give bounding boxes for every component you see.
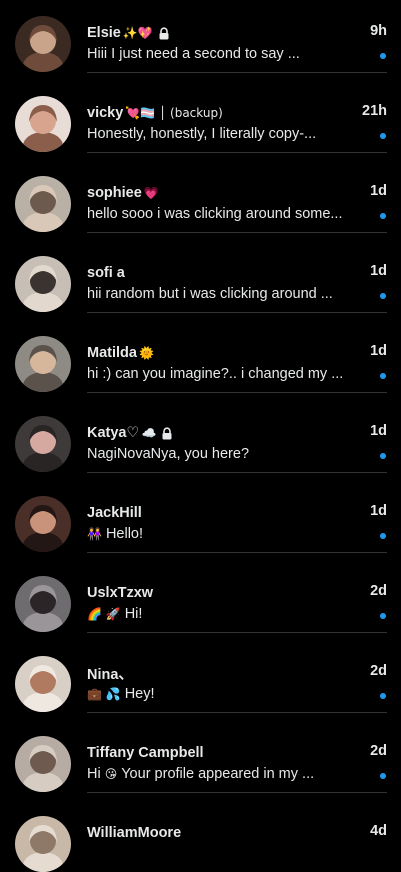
- unread-dot: [380, 373, 386, 379]
- display-name: sofi a: [87, 265, 125, 281]
- display-name: Nina、: [87, 666, 133, 683]
- name-line: sophiee 💗: [87, 183, 159, 203]
- avatar[interactable]: [15, 96, 71, 152]
- name-line: vicky 💘🏳️‍⚧️ │ (backup): [87, 103, 223, 123]
- preview-text: Hi!: [124, 606, 143, 622]
- unread-dot: [380, 533, 386, 539]
- conversation-row[interactable]: JackHill 1d 👭 Hello!: [0, 472, 401, 553]
- timestamp: 1d: [370, 263, 387, 279]
- conversation-row[interactable]: vicky 💘🏳️‍⚧️ │ (backup) 21h Honestly, hones…: [0, 72, 401, 153]
- avatar[interactable]: [15, 16, 71, 72]
- conversation-row[interactable]: sophiee 💗 1d hello sooo i was clicking arou…: [0, 152, 401, 233]
- avatar[interactable]: [15, 576, 71, 632]
- conversation-row[interactable]: Matilda 🌞 1d hi :) can you imagine?.. i cha…: [0, 312, 401, 393]
- avatar[interactable]: [15, 656, 71, 712]
- name-line: Katya♡ ☁️: [87, 423, 173, 443]
- unread-dot: [380, 213, 386, 219]
- conversation-row[interactable]: Nina、 2d 💼 💦 Hey!: [0, 632, 401, 713]
- name-badge: ☁️: [141, 426, 157, 440]
- preview-text: hello sooo i was clicking around some...: [87, 206, 343, 222]
- name-badge: 🌞: [138, 346, 154, 360]
- preview-text: Hey!: [124, 686, 155, 702]
- message-preview: Hiii I just need a second to say ...: [87, 46, 357, 62]
- unread-dot: [380, 133, 386, 139]
- name-line: sofi a: [87, 263, 125, 283]
- preview-text: hii random but i was clicking around ...: [87, 286, 333, 302]
- conversation-row[interactable]: Elsie ✨💖 9h Hiii I just need a second to sa…: [0, 0, 401, 73]
- message-preview: 🌈 🚀 Hi!: [87, 606, 357, 622]
- preview-text: Hello!: [105, 526, 144, 542]
- message-preview: hi :) can you imagine?.. i changed my ..…: [87, 366, 357, 382]
- display-name: UslxTzxw: [87, 585, 154, 601]
- name-line: Tiffany Campbell: [87, 743, 204, 763]
- name-line: UslxTzxw: [87, 583, 153, 603]
- preview-text: Honestly, honestly, I literally copy-...: [87, 126, 317, 142]
- message-preview: hii random but i was clicking around ...: [87, 286, 357, 302]
- timestamp: 1d: [370, 343, 387, 359]
- name-line: Elsie ✨💖: [87, 23, 170, 43]
- avatar[interactable]: [15, 816, 71, 872]
- name-line: WilliamMoore: [87, 823, 181, 843]
- preview-emoji: 👭: [87, 527, 102, 541]
- unread-dot: [380, 773, 386, 779]
- conversation-row[interactable]: sofi a 1d hii random but i was clicking ar…: [0, 232, 401, 313]
- preview-text: hi :) can you imagine?.. i changed my ..…: [87, 366, 344, 382]
- avatar[interactable]: [15, 496, 71, 552]
- lock-icon: [161, 426, 173, 440]
- preview-text: Your profile appeared in my ...: [121, 766, 315, 782]
- unread-dot: [380, 293, 386, 299]
- preview-text: NagiNovaNya, you here?: [87, 446, 250, 462]
- conversation-row[interactable]: Tiffany Campbell 2d Hi 😘 Your profile appear…: [0, 712, 401, 793]
- conversation-row[interactable]: UslxTzxw 2d 🌈 🚀 Hi!: [0, 552, 401, 633]
- timestamp: 4d: [370, 823, 387, 839]
- message-preview: 💼 💦 Hey!: [87, 686, 357, 702]
- display-name: Katya♡: [87, 425, 140, 441]
- timestamp: 1d: [370, 183, 387, 199]
- preview-text: Hiii I just need a second to say ...: [87, 46, 300, 62]
- conversation-row[interactable]: WilliamMoore 4d: [0, 792, 401, 872]
- unread-dot: [380, 53, 386, 59]
- message-preview: hello sooo i was clicking around some...: [87, 206, 357, 222]
- preview-emoji: 💼 💦: [87, 687, 121, 701]
- avatar[interactable]: [15, 416, 71, 472]
- timestamp: 2d: [370, 743, 387, 759]
- message-preview: 👭 Hello!: [87, 526, 357, 542]
- name-badge: 💘🏳️‍⚧️ │ (backup): [125, 106, 223, 120]
- preview-emoji: 🌈 🚀: [87, 607, 121, 621]
- preview-emoji: 😘: [104, 767, 118, 781]
- timestamp: 1d: [370, 503, 387, 519]
- name-badge: 💗: [143, 186, 159, 200]
- avatar[interactable]: [15, 256, 71, 312]
- avatar[interactable]: [15, 176, 71, 232]
- name-line: JackHill: [87, 503, 142, 523]
- message-preview: Hi 😘 Your profile appeared in my ...: [87, 766, 357, 782]
- lock-icon: [158, 26, 170, 40]
- timestamp: 9h: [370, 23, 387, 39]
- display-name: vicky: [87, 105, 124, 121]
- name-line: Nina、: [87, 663, 133, 683]
- timestamp: 21h: [362, 103, 387, 119]
- preview-prefix: Hi: [87, 766, 101, 782]
- timestamp: 2d: [370, 583, 387, 599]
- display-name: Tiffany Campbell: [87, 745, 204, 761]
- message-preview: Honestly, honestly, I literally copy-...: [87, 126, 357, 142]
- name-badge: ✨💖: [122, 26, 153, 40]
- avatar[interactable]: [15, 336, 71, 392]
- conversation-row[interactable]: Katya♡ ☁️ 1d NagiNovaNya, you here?: [0, 392, 401, 473]
- display-name: JackHill: [87, 505, 142, 521]
- display-name: sophiee: [87, 185, 142, 201]
- unread-dot: [380, 453, 386, 459]
- avatar[interactable]: [15, 736, 71, 792]
- message-preview: NagiNovaNya, you here?: [87, 446, 357, 462]
- timestamp: 1d: [370, 423, 387, 439]
- display-name: Matilda: [87, 345, 137, 361]
- unread-dot: [380, 693, 386, 699]
- display-name: Elsie: [87, 25, 121, 41]
- unread-dot: [380, 613, 386, 619]
- name-line: Matilda 🌞: [87, 343, 154, 363]
- timestamp: 2d: [370, 663, 387, 679]
